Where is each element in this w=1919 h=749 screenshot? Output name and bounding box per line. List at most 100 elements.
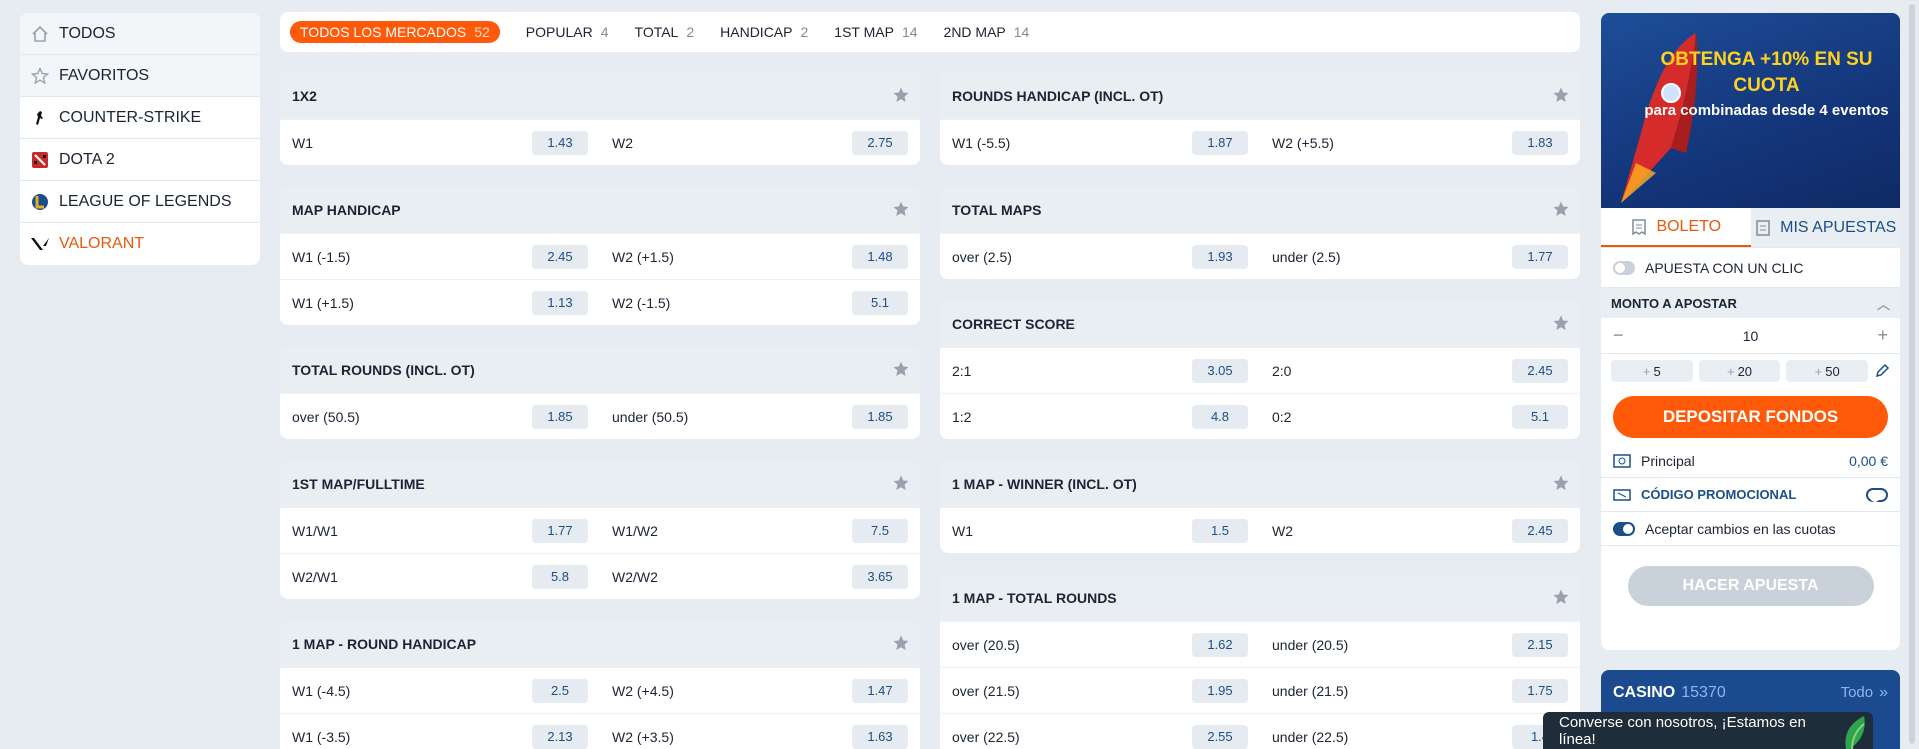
odds-button[interactable]: 1.85 [532,404,588,429]
outcome-cell[interactable]: W2/W1 5.8 [280,564,600,589]
market-filter-tab[interactable]: TOTAL 2 [635,24,695,40]
odds-button[interactable]: 1.87 [1192,130,1248,155]
odds-button[interactable]: 1.13 [532,290,588,315]
odds-button[interactable]: 1.48 [852,244,908,269]
odds-button[interactable]: 2.13 [532,724,588,749]
outcome-cell[interactable]: 2:0 2.45 [1260,358,1580,383]
outcome-cell[interactable]: W2 (-1.5) 5.1 [600,290,920,315]
casino-all-link[interactable]: Todo [1841,684,1874,701]
odds-button[interactable]: 2.5 [532,678,588,703]
odds-button[interactable]: 1.63 [852,724,908,749]
outcome-cell[interactable]: W2 (+3.5) 1.63 [600,724,920,749]
favorite-star-icon[interactable] [1552,314,1570,332]
sports-menu-item[interactable]: VALORANT [20,223,260,265]
market-filter-tab[interactable]: HANDICAP 2 [720,24,808,40]
outcome-cell[interactable]: W2/W2 3.65 [600,564,920,589]
outcome-cell[interactable]: 2:1 3.05 [940,358,1260,383]
odds-button[interactable]: 2.45 [532,244,588,269]
amount-header[interactable]: MONTO A APOSTAR ︿ [1601,288,1900,318]
odds-button[interactable]: 2.45 [1512,518,1568,543]
odds-button[interactable]: 1.62 [1192,632,1248,657]
odds-button[interactable]: 2.75 [852,130,908,155]
outcome-cell[interactable]: W2 2.75 [600,130,920,155]
amount-input[interactable]: 10 [1743,328,1759,344]
market-filter-tab[interactable]: 1ST MAP 14 [834,24,917,40]
market-header[interactable]: CORRECT SCORE [940,301,1580,347]
promo-code-row[interactable]: CÓDIGO PROMOCIONAL [1601,478,1900,512]
live-chat-bar[interactable]: Converse con nosotros, ¡Estamos en línea… [1543,712,1873,749]
odds-button[interactable]: 1.47 [852,678,908,703]
pencil-icon[interactable] [1874,363,1890,379]
odds-button[interactable]: 3.65 [852,564,908,589]
one-click-toggle[interactable] [1613,260,1635,275]
outcome-cell[interactable]: under (22.5) 1.4 [1260,724,1580,749]
deposit-button[interactable]: DEPOSITAR FONDOS [1613,396,1888,438]
odds-button[interactable]: 1.93 [1192,244,1248,269]
place-bet-button[interactable]: HACER APUESTA [1627,566,1874,606]
outcome-cell[interactable]: under (20.5) 2.15 [1260,632,1580,657]
odds-button[interactable]: 1.5 [1192,518,1248,543]
odds-button[interactable]: 1.75 [1512,678,1568,703]
odds-button[interactable]: 3.05 [1192,358,1248,383]
minus-icon[interactable]: − [1613,325,1624,346]
odds-button[interactable]: 4.8 [1192,404,1248,429]
outcome-cell[interactable]: over (50.5) 1.85 [280,404,600,429]
odds-button[interactable]: 1.85 [852,404,908,429]
outcome-cell[interactable]: W1 (+1.5) 1.13 [280,290,600,315]
market-header[interactable]: MAP HANDICAP [280,187,920,233]
outcome-cell[interactable]: W2 (+1.5) 1.48 [600,244,920,269]
odds-button[interactable]: 2.15 [1512,632,1568,657]
plus-icon[interactable]: + [1877,325,1888,346]
favorite-star-icon[interactable] [1552,474,1570,492]
market-header[interactable]: 1 MAP - TOTAL ROUNDS [940,575,1580,621]
odds-button[interactable]: 2.45 [1512,358,1568,383]
market-header[interactable]: 1ST MAP/FULLTIME [280,461,920,507]
sports-menu-item[interactable]: LEAGUE OF LEGENDS [20,181,260,223]
odds-button[interactable]: 1.95 [1192,678,1248,703]
favorite-star-icon[interactable] [892,360,910,378]
sports-menu-item[interactable]: DOTA 2 [20,139,260,181]
favorite-star-icon[interactable] [892,86,910,104]
outcome-cell[interactable]: W1 (-1.5) 2.45 [280,244,600,269]
outcome-cell[interactable]: W1 1.5 [940,518,1260,543]
outcome-cell[interactable]: W1/W2 7.5 [600,518,920,543]
odds-button[interactable]: 5.1 [1512,404,1568,429]
odds-button[interactable]: 5.1 [852,290,908,315]
outcome-cell[interactable]: W1 (-3.5) 2.13 [280,724,600,749]
promo-banner[interactable]: OBTENGA +10% EN SU CUOTA para combinadas… [1601,13,1900,208]
odds-button[interactable]: 1.83 [1512,130,1568,155]
odds-button[interactable]: 1.77 [532,518,588,543]
outcome-cell[interactable]: W2 (+4.5) 1.47 [600,678,920,703]
odds-button[interactable]: 2.55 [1192,724,1248,749]
odds-button[interactable]: 1.43 [532,130,588,155]
quick-amount-button[interactable]: +20 [1698,360,1781,382]
market-header[interactable]: 1X2 [280,73,920,119]
tab-mis-apuestas[interactable]: MIS APUESTAS [1750,208,1900,247]
market-header[interactable]: TOTAL ROUNDS (INCL. OT) [280,347,920,393]
market-header[interactable]: TOTAL MAPS [940,187,1580,233]
page-scrollbar[interactable] [1909,4,1915,744]
outcome-cell[interactable]: over (2.5) 1.93 [940,244,1260,269]
outcome-cell[interactable]: under (2.5) 1.77 [1260,244,1580,269]
favorite-star-icon[interactable] [892,634,910,652]
tab-boleto[interactable]: BOLETO [1601,208,1751,247]
odds-button[interactable]: 7.5 [852,518,908,543]
odds-button[interactable]: 1.77 [1512,244,1568,269]
promo-code-toggle[interactable] [1866,487,1888,502]
favorite-star-icon[interactable] [1552,86,1570,104]
outcome-cell[interactable]: W1 1.43 [280,130,600,155]
outcome-cell[interactable]: under (21.5) 1.75 [1260,678,1580,703]
outcome-cell[interactable]: W1 (-5.5) 1.87 [940,130,1260,155]
market-filter-tab[interactable]: TODOS LOS MERCADOS 52 [290,21,500,43]
market-header[interactable]: 1 MAP - WINNER (INCL. OT) [940,461,1580,507]
sports-menu-item[interactable]: COUNTER-STRIKE [20,97,260,139]
outcome-cell[interactable]: W2 2.45 [1260,518,1580,543]
sports-menu-item[interactable]: FAVORITOS [20,55,260,97]
outcome-cell[interactable]: W1 (-4.5) 2.5 [280,678,600,703]
outcome-cell[interactable]: 1:2 4.8 [940,404,1260,429]
accept-changes-toggle[interactable] [1613,521,1635,536]
quick-amount-button[interactable]: +50 [1786,360,1869,382]
favorite-star-icon[interactable] [1552,200,1570,218]
favorite-star-icon[interactable] [1552,588,1570,606]
outcome-cell[interactable]: over (20.5) 1.62 [940,632,1260,657]
